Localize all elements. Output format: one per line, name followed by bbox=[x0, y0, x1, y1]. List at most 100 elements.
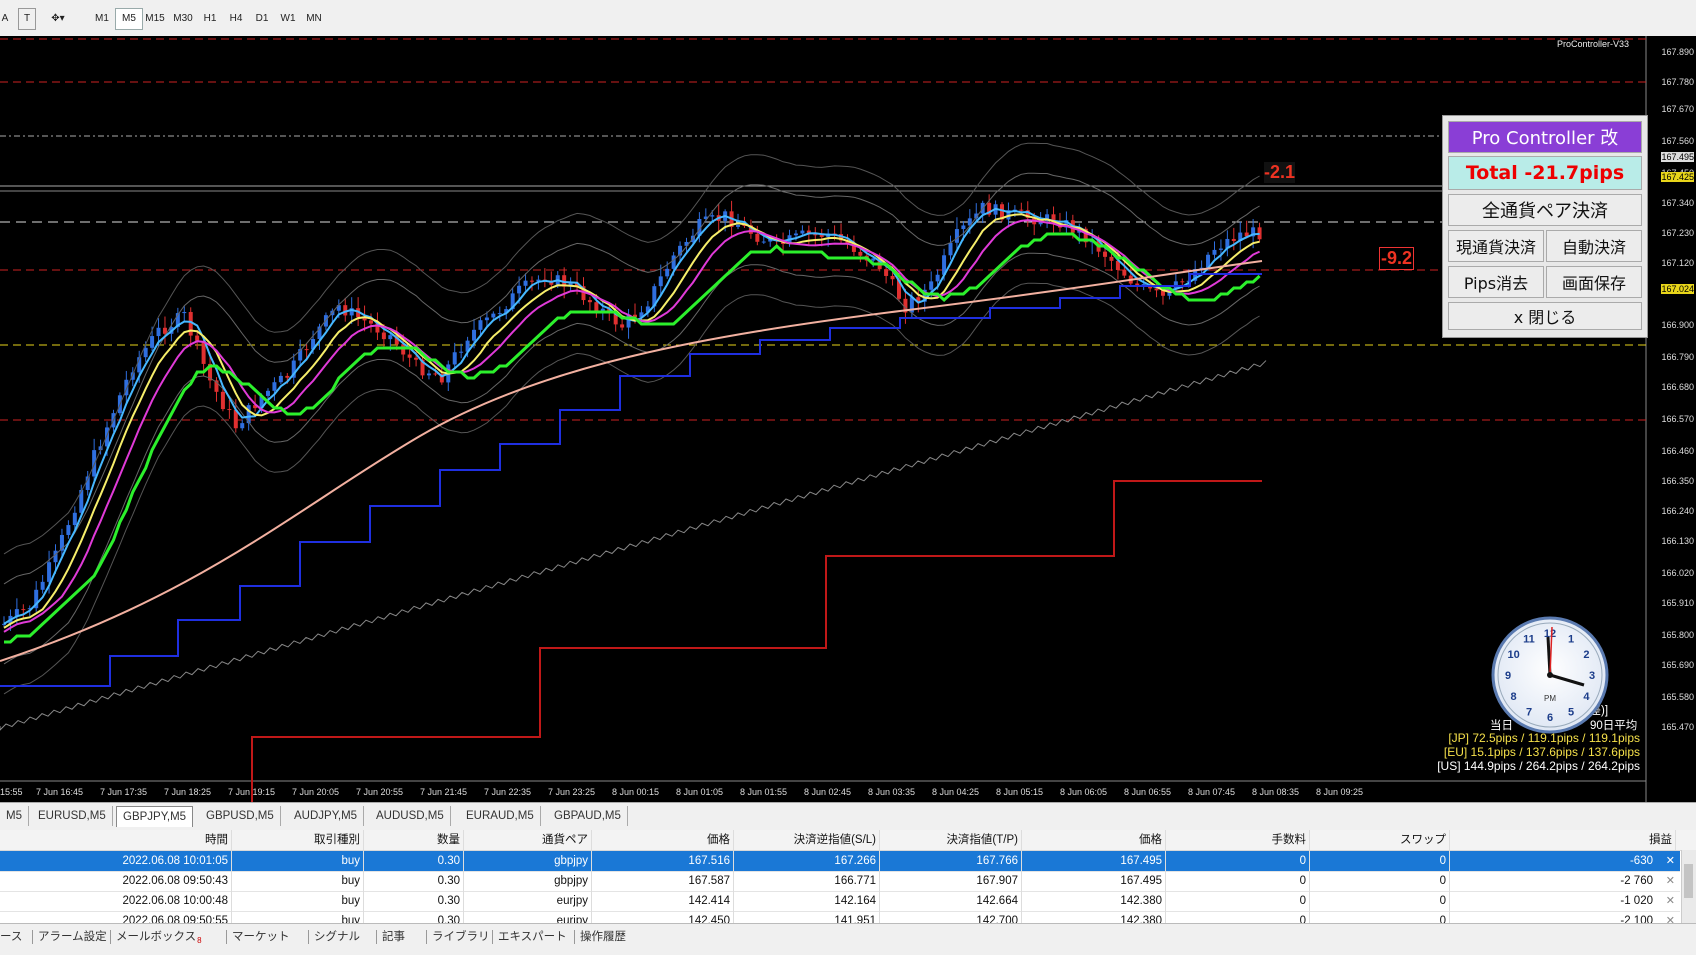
candle bbox=[143, 347, 148, 358]
time-tick: 8 Jun 06:05 bbox=[1060, 787, 1108, 797]
tab-separator bbox=[32, 930, 33, 944]
candle bbox=[472, 329, 477, 341]
price-tick: 166.460 bbox=[1661, 446, 1694, 456]
candle bbox=[433, 373, 438, 375]
timeframe-h1-button[interactable]: H1 bbox=[196, 8, 224, 30]
auto-close-button[interactable]: 自動決済 bbox=[1546, 230, 1642, 262]
candle bbox=[491, 313, 496, 318]
candle bbox=[201, 341, 206, 364]
table-cell: 0 bbox=[1310, 871, 1450, 891]
candle bbox=[1212, 249, 1217, 255]
candle bbox=[272, 382, 277, 391]
candle bbox=[156, 327, 161, 337]
pro-controller-panel: Pro Controller 改 Total -21.7pips 全通貨ペア決済… bbox=[1442, 115, 1648, 338]
candle bbox=[884, 269, 889, 276]
terminal-tab-label: アラーム設定 bbox=[38, 931, 107, 943]
terminal-tab[interactable]: アラーム設定 bbox=[38, 928, 107, 944]
close-position-icon[interactable]: ✕ bbox=[1666, 874, 1675, 887]
close-all-pairs-button[interactable]: 全通貨ペア決済 bbox=[1448, 194, 1642, 226]
tab-separator bbox=[226, 930, 227, 944]
column-header[interactable]: 決済指値(T/P) bbox=[880, 830, 1022, 850]
candle bbox=[954, 229, 959, 243]
column-header[interactable]: 時間 bbox=[0, 830, 232, 850]
chart-tab-gbpaud-m5[interactable]: GBPAUD,M5 bbox=[548, 806, 628, 826]
price-tick: 166.680 bbox=[1661, 382, 1694, 392]
column-header[interactable]: 決済逆指値(S/L) bbox=[734, 830, 880, 850]
chart-tab-eurusd-m5[interactable]: EURUSD,M5 bbox=[32, 806, 113, 826]
price-tick: 167.024 bbox=[1661, 284, 1694, 294]
price-tick: 166.790 bbox=[1661, 352, 1694, 362]
price-tick: 167.670 bbox=[1661, 104, 1694, 114]
chart-tab-gbpjpy-m5[interactable]: GBPJPY,M5 bbox=[116, 806, 194, 827]
column-header[interactable]: 損益 bbox=[1450, 830, 1676, 850]
candle bbox=[414, 357, 419, 360]
table-cell: -630 bbox=[1629, 855, 1653, 867]
column-header[interactable]: スワップ bbox=[1310, 830, 1450, 850]
timeframe-m15-button[interactable]: M15 bbox=[141, 8, 169, 30]
table-cell: -1 020 bbox=[1620, 895, 1653, 907]
candle bbox=[459, 351, 464, 353]
chart-tab-audusd-m5[interactable]: AUDUSD,M5 bbox=[370, 806, 451, 826]
price-tick: 167.120 bbox=[1661, 258, 1694, 268]
candle bbox=[1231, 238, 1236, 242]
close-panel-button[interactable]: x 閉じる bbox=[1448, 302, 1642, 330]
time-tick: 7 Jun 20:05 bbox=[292, 787, 340, 797]
terminal-tab[interactable]: ース bbox=[0, 928, 22, 944]
candle bbox=[220, 391, 225, 410]
table-scrollbar[interactable] bbox=[1681, 850, 1696, 923]
svg-text:3: 3 bbox=[1589, 670, 1595, 682]
timeframe-mn-button[interactable]: MN bbox=[300, 8, 328, 30]
terminal-tab[interactable]: 記事 bbox=[382, 928, 405, 944]
column-header[interactable]: 手数料 bbox=[1166, 830, 1310, 850]
time-tick: 7 Jun 23:25 bbox=[548, 787, 596, 797]
candle bbox=[407, 354, 412, 358]
close-current-pair-button[interactable]: 現通貨決済 bbox=[1448, 230, 1544, 262]
chart-tab-euraud-m5[interactable]: EURAUD,M5 bbox=[460, 806, 541, 826]
terminal-tab-label: 記事 bbox=[382, 931, 405, 943]
price-chart[interactable]: 167.890 167.780 167.670 167.560 167.495 167.4… bbox=[0, 36, 1696, 802]
timeframe-d1-button[interactable]: D1 bbox=[248, 8, 276, 30]
column-header[interactable]: 通貨ペア bbox=[464, 830, 592, 850]
column-header[interactable]: 価格 bbox=[592, 830, 734, 850]
column-header[interactable]: 価格 bbox=[1022, 830, 1166, 850]
time-tick: 7 Jun 20:55 bbox=[356, 787, 404, 797]
timeframe-w1-button[interactable]: W1 bbox=[274, 8, 302, 30]
table-row[interactable]: 2022.06.08 10:01:05 buy 0.30 gbpjpy 167.516 1… bbox=[0, 851, 1680, 872]
time-tick: 8 Jun 02:45 bbox=[804, 787, 852, 797]
candle bbox=[484, 317, 489, 321]
objects-dropdown-icon[interactable]: ✥▾ bbox=[42, 8, 74, 30]
terminal-tab[interactable]: シグナル bbox=[314, 928, 360, 944]
price-tick: 167.495 bbox=[1661, 152, 1694, 162]
timeframe-m1-button[interactable]: M1 bbox=[88, 8, 116, 30]
column-header[interactable]: 数量 bbox=[364, 830, 464, 850]
terminal-tab[interactable]: ライブラリ bbox=[432, 928, 490, 944]
timeframe-h4-button[interactable]: H4 bbox=[222, 8, 250, 30]
terminal-tab[interactable]: メールボックス8 bbox=[116, 928, 202, 945]
label-tool-icon[interactable]: T bbox=[18, 8, 36, 30]
close-position-icon[interactable]: ✕ bbox=[1666, 914, 1675, 923]
candle bbox=[369, 320, 374, 324]
clear-pips-button[interactable]: Pips消去 bbox=[1448, 266, 1544, 298]
price-tick: 165.690 bbox=[1661, 660, 1694, 670]
table-row[interactable]: 2022.06.08 10:00:48 buy 0.30 eurjpy 142.414 1… bbox=[0, 891, 1680, 912]
timeframe-m30-button[interactable]: M30 bbox=[169, 8, 197, 30]
table-row[interactable]: 2022.06.08 09:50:43 buy 0.30 gbpjpy 167.587 1… bbox=[0, 871, 1680, 892]
terminal-tab[interactable]: 操作履歴 bbox=[580, 928, 626, 944]
timeframe-m5-button[interactable]: M5 bbox=[115, 8, 143, 30]
time-tick: 8 Jun 00:15 bbox=[612, 787, 660, 797]
text-tool-icon[interactable]: A bbox=[0, 8, 10, 30]
terminal-tab[interactable]: マーケット bbox=[232, 928, 290, 944]
column-header[interactable]: 取引種別 bbox=[232, 830, 364, 850]
save-screen-button[interactable]: 画面保存 bbox=[1546, 266, 1642, 298]
time-tick: 7 Jun 21:45 bbox=[420, 787, 468, 797]
chart-tab-m5[interactable]: M5 bbox=[0, 806, 29, 826]
close-position-icon[interactable]: ✕ bbox=[1666, 854, 1675, 867]
chart-tab-gbpusd-m5[interactable]: GBPUSD,M5 bbox=[200, 806, 281, 826]
close-position-icon[interactable]: ✕ bbox=[1666, 894, 1675, 907]
terminal-tab[interactable]: エキスパート bbox=[498, 928, 567, 944]
chart-tab-audjpy-m5[interactable]: AUDJPY,M5 bbox=[288, 806, 365, 826]
price-tick: 167.230 bbox=[1661, 228, 1694, 238]
table-cell: 167.907 bbox=[880, 871, 1022, 891]
candle bbox=[388, 335, 393, 340]
table-row[interactable]: 2022.06.08 09:50:55 buy 0.30 eurjpy 142.450 1… bbox=[0, 911, 1680, 923]
